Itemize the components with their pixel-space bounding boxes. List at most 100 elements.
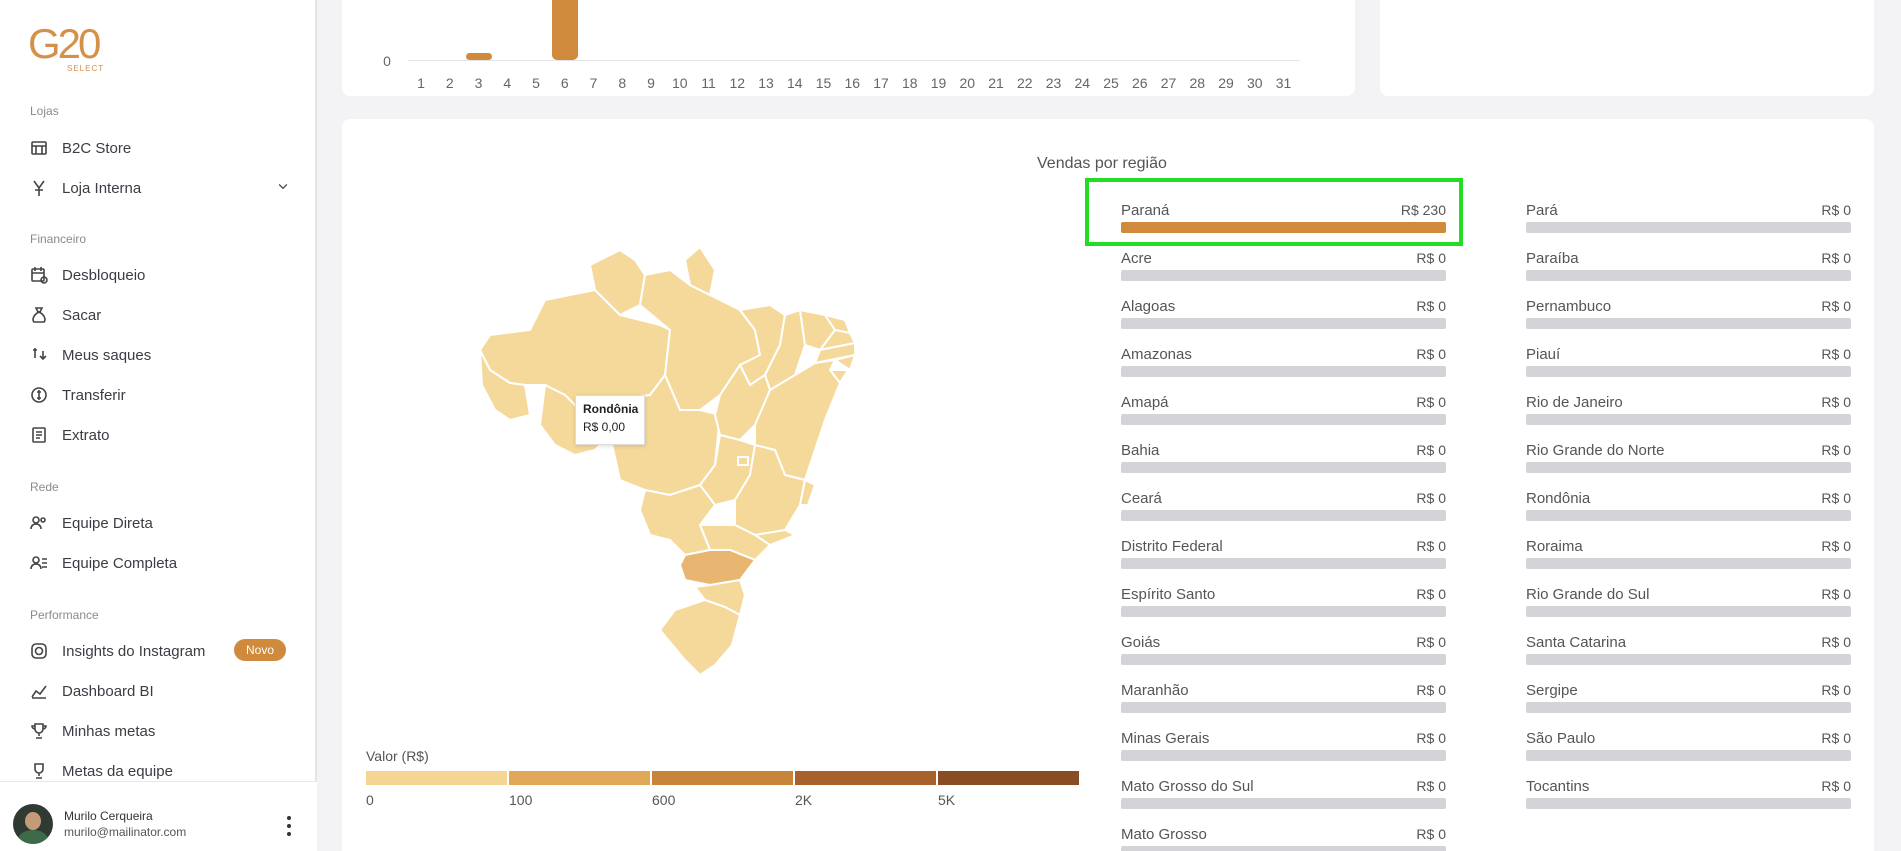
withdraw-icon <box>30 346 48 364</box>
region-row[interactable]: São Paulo R$ 0 <box>1526 730 1851 770</box>
region-value: R$ 0 <box>1416 730 1446 746</box>
region-progress-track <box>1526 414 1851 425</box>
sidebar-item-extrato[interactable]: Extrato <box>30 422 290 448</box>
chart-icon <box>30 682 48 700</box>
region-row[interactable]: Rio de Janeiro R$ 0 <box>1526 394 1851 434</box>
sales-bar[interactable] <box>465 53 492 60</box>
region-progress-track <box>1121 558 1446 569</box>
region-row[interactable]: Acre R$ 0 <box>1121 250 1446 290</box>
region-row[interactable]: Pará R$ 0 <box>1526 202 1851 242</box>
x-tick-label: 30 <box>1246 75 1263 91</box>
brazil-map[interactable] <box>470 235 920 705</box>
section-label-financeiro: Financeiro <box>30 232 87 246</box>
x-tick-label: 24 <box>1074 75 1091 91</box>
region-row[interactable]: Ceará R$ 0 <box>1121 490 1446 530</box>
new-badge: Novo <box>234 639 287 661</box>
region-progress-track <box>1526 366 1851 377</box>
region-row[interactable]: Mato Grosso R$ 0 <box>1121 826 1446 851</box>
chevron-down-icon[interactable] <box>276 179 290 197</box>
map-tooltip: Rondônia R$ 0,00 <box>575 395 645 445</box>
region-progress-track <box>1121 798 1446 809</box>
region-progress-track <box>1121 510 1446 521</box>
region-row[interactable]: Paraíba R$ 0 <box>1526 250 1851 290</box>
region-row[interactable]: Maranhão R$ 0 <box>1121 682 1446 722</box>
sidebar-item-sacar[interactable]: Sacar <box>30 302 290 328</box>
region-value: R$ 0 <box>1416 346 1446 362</box>
region-name: Rio de Janeiro <box>1526 394 1623 411</box>
regions-title: Vendas por região <box>1037 155 1167 172</box>
region-row[interactable]: Rio Grande do Sul R$ 0 <box>1526 586 1851 626</box>
region-row[interactable]: Piauí R$ 0 <box>1526 346 1851 386</box>
region-name: Espírito Santo <box>1121 586 1216 603</box>
region-row[interactable]: Minas Gerais R$ 0 <box>1121 730 1446 770</box>
region-row[interactable]: Alagoas R$ 0 <box>1121 298 1446 338</box>
region-row[interactable]: Sergipe R$ 0 <box>1526 682 1851 722</box>
region-row[interactable]: Amazonas R$ 0 <box>1121 346 1446 386</box>
region-row[interactable]: Santa Catarina R$ 0 <box>1526 634 1851 674</box>
avatar[interactable] <box>13 804 53 844</box>
sidebar-item-transferir[interactable]: Transferir <box>30 382 290 408</box>
sidebar-item-minhas-metas[interactable]: Minhas metas <box>30 718 290 744</box>
region-name: Maranhão <box>1121 682 1189 699</box>
x-tick-label: 29 <box>1218 75 1234 91</box>
region-row[interactable]: Bahia R$ 0 <box>1121 442 1446 482</box>
map-state-distrito-federal <box>737 456 749 466</box>
x-tick-label: 13 <box>758 75 774 91</box>
sidebar-item-meus-saques[interactable]: Meus saques <box>30 342 290 368</box>
region-row[interactable]: Distrito Federal R$ 0 <box>1121 538 1446 578</box>
region-value: R$ 0 <box>1416 586 1446 602</box>
x-tick-label: 31 <box>1275 75 1292 91</box>
legend-label: 5K <box>938 792 956 808</box>
region-row[interactable]: Goiás R$ 0 <box>1121 634 1446 674</box>
sidebar-item-desbloqueio[interactable]: Desbloqueio <box>30 262 290 288</box>
region-value: R$ 0 <box>1416 634 1446 650</box>
map-state-rio-grande-do-sul <box>658 598 742 677</box>
region-name: Tocantins <box>1526 778 1590 795</box>
x-tick-label: 14 <box>786 75 803 91</box>
region-progress-track <box>1526 462 1851 473</box>
sidebar-item-equipe-direta[interactable]: Equipe Direta <box>30 510 290 536</box>
sidebar-item-insights-instagram[interactable]: Insights do Instagram Novo <box>30 638 290 664</box>
region-row[interactable]: Amapá R$ 0 <box>1121 394 1446 434</box>
x-tick-label: 2 <box>445 75 454 91</box>
region-name: Amapá <box>1121 394 1169 411</box>
region-value: R$ 0 <box>1821 682 1851 698</box>
region-row[interactable]: Pernambuco R$ 0 <box>1526 298 1851 338</box>
x-axis-line <box>408 60 1300 61</box>
sidebar-item-loja-interna[interactable]: Loja Interna <box>30 175 290 201</box>
sidebar-item-label: Metas da equipe <box>62 762 173 780</box>
region-name: Ceará <box>1121 490 1162 507</box>
region-value: R$ 0 <box>1821 586 1851 602</box>
region-row[interactable]: Rondônia R$ 0 <box>1526 490 1851 530</box>
region-name: São Paulo <box>1526 730 1596 747</box>
region-row[interactable]: Rio Grande do Norte R$ 0 <box>1526 442 1851 482</box>
region-progress-track <box>1526 750 1851 761</box>
legend-color-segment <box>652 771 793 785</box>
region-row[interactable]: Espírito Santo R$ 0 <box>1121 586 1446 626</box>
x-tick-label: 19 <box>930 75 947 91</box>
user-bar: Murilo Cerqueira murilo@mailinator.com <box>0 781 317 851</box>
legend-label: 2K <box>795 792 813 808</box>
region-row[interactable]: Mato Grosso do Sul R$ 0 <box>1121 778 1446 818</box>
sales-bar[interactable] <box>551 0 578 60</box>
region-row[interactable]: Tocantins R$ 0 <box>1526 778 1851 818</box>
legend-color-segment <box>938 771 1079 785</box>
sidebar-item-b2c-store[interactable]: B2C Store <box>30 135 290 161</box>
x-tick-label: 25 <box>1103 75 1119 91</box>
more-options-icon[interactable] <box>284 816 294 836</box>
x-tick-label: 16 <box>844 75 861 91</box>
x-tick-label: 18 <box>901 75 918 91</box>
region-row[interactable]: Roraima R$ 0 <box>1526 538 1851 578</box>
region-name: Roraima <box>1526 538 1583 555</box>
logo[interactable]: G20 SELECT <box>28 22 112 74</box>
x-tick-label: 26 <box>1131 75 1148 91</box>
legend-color-segment <box>366 771 507 785</box>
sidebar-item-label: Extrato <box>62 426 110 444</box>
region-value: R$ 0 <box>1821 394 1851 410</box>
team-icon <box>30 514 48 532</box>
sidebar-item-dashboard-bi[interactable]: Dashboard BI <box>30 678 290 704</box>
region-name: Pernambuco <box>1526 298 1612 315</box>
region-value: R$ 0 <box>1416 778 1446 794</box>
sidebar-item-equipe-completa[interactable]: Equipe Completa <box>30 550 290 576</box>
x-tick-label: 3 <box>474 75 483 91</box>
